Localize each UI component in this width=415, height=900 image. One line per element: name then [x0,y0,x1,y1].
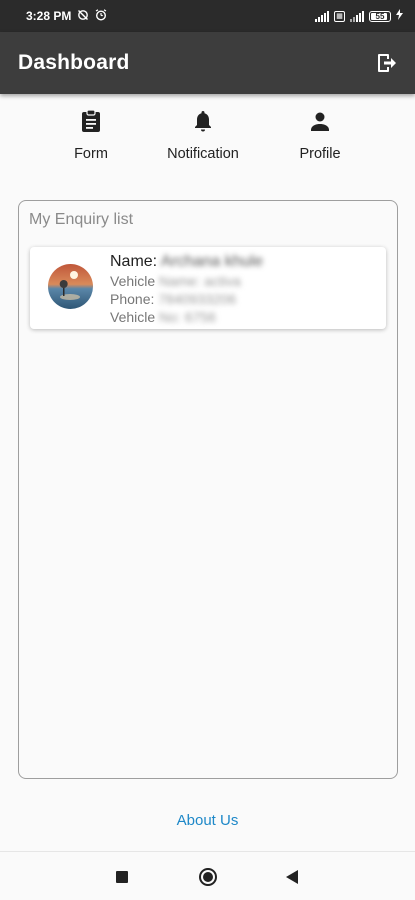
circle-icon [199,867,217,886]
status-bar: 3:28 PM ▦ 55 [0,0,415,32]
vehicle-name-label: Vehicle [110,273,156,289]
avatar [48,264,93,309]
app-bar: Dashboard [0,32,415,94]
name-value: Archana khule [160,253,263,270]
name-label: Name: [110,253,158,270]
tab-notification-label: Notification [167,146,239,162]
vehicle-name-value: Name: activa [159,273,241,289]
phone-label: Phone: [110,291,155,307]
tab-profile[interactable]: Profile [265,108,375,172]
logout-icon [378,54,396,72]
status-right: ▦ 55 [315,9,403,23]
recents-button[interactable] [102,852,142,900]
sync-off-icon [77,9,89,24]
back-button[interactable] [272,852,312,900]
vehicle-no-value: No: 6756 [159,309,216,325]
enquiry-card[interactable]: Name: Archana khule Vehicle Name: activa… [30,247,386,329]
battery-icon: 55 [369,10,391,22]
tab-notification[interactable]: Notification [148,108,258,172]
charging-icon [396,9,403,23]
tab-profile-label: Profile [299,146,341,162]
phone-line: Phone: 7840933206 [110,290,263,308]
status-left: 3:28 PM [26,8,107,24]
person-icon [309,108,331,134]
tab-form-label: Form [74,146,108,162]
alarm-icon [95,8,107,24]
triangle-back-icon [286,869,298,884]
bell-icon [192,108,214,134]
home-button[interactable] [188,852,228,900]
status-time: 3:28 PM [26,9,72,23]
page-title: Dashboard [18,51,130,74]
system-nav-bar [0,851,415,900]
logout-button[interactable] [373,49,401,77]
clipboard-icon [80,108,102,134]
vehicle-no-line: Vehicle No: 6756 [110,308,263,326]
tab-form[interactable]: Form [36,108,146,172]
vehicle-name-line: Vehicle Name: activa [110,272,263,290]
battery-level: 55 [375,11,385,21]
enquiry-list-panel: My Enquiry list Name: Archana khule Vehi… [18,200,398,779]
enquiry-card-text: Name: Archana khule Vehicle Name: activa… [110,252,263,326]
enquiry-list-title: My Enquiry list [29,211,134,228]
enquiry-name-line: Name: Archana khule [110,252,263,272]
phone-value: 7840933206 [158,291,237,307]
vehicle-no-label: Vehicle [110,309,156,325]
signal-2-icon [350,10,364,22]
signal-icon [315,10,329,22]
sim-icon: ▦ [334,10,345,22]
about-us-link[interactable]: About Us [0,812,415,829]
tab-bar: Form Notification Profile [0,108,415,172]
square-icon [116,870,128,883]
